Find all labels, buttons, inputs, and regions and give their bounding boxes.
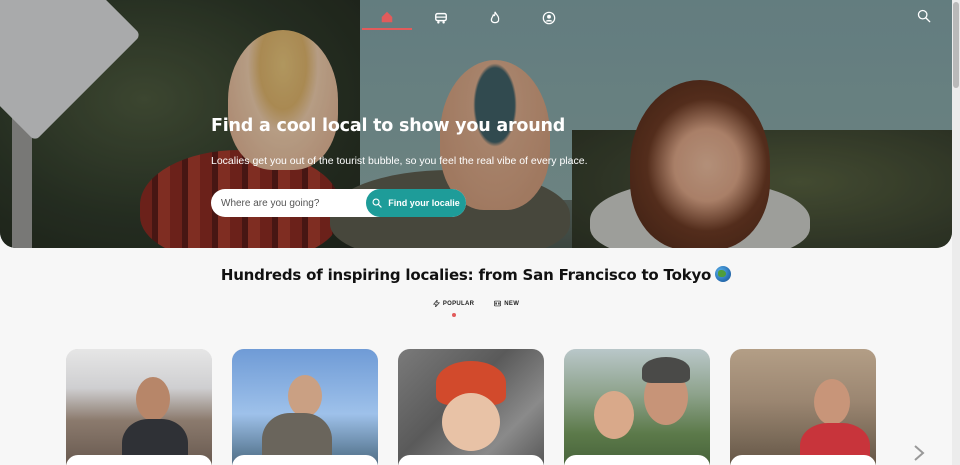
card-face-1 xyxy=(594,391,634,439)
card-caption xyxy=(730,455,876,465)
nav-transport[interactable] xyxy=(416,6,466,30)
section-title: Hundreds of inspiring localies: from San… xyxy=(0,266,952,284)
carousel-next-button[interactable] xyxy=(908,440,930,465)
hero-title: Find a cool local to show you around xyxy=(211,116,566,136)
find-localie-button[interactable]: Find your localie xyxy=(366,189,466,217)
user-icon xyxy=(542,11,556,25)
page-scrollbar[interactable] xyxy=(952,0,960,465)
section-title-text: Hundreds of inspiring localies: from San… xyxy=(220,266,712,284)
bolt-icon xyxy=(432,300,440,307)
find-localie-label: Find your localie xyxy=(388,198,460,208)
top-nav xyxy=(0,0,952,32)
chevron-right-icon xyxy=(914,445,925,461)
card-face xyxy=(136,377,170,421)
nav-profile[interactable] xyxy=(524,6,574,30)
home-icon xyxy=(381,11,393,23)
nav-trending[interactable] xyxy=(470,6,520,30)
card-caption xyxy=(398,455,544,465)
scrollbar-thumb[interactable] xyxy=(953,2,959,88)
car-icon xyxy=(435,12,447,24)
tab-new[interactable]: NEW xyxy=(494,300,519,307)
tab-new-label: NEW xyxy=(504,300,520,307)
tab-popular[interactable]: POPULAR xyxy=(432,300,475,317)
tab-popular-label: POPULAR xyxy=(442,300,475,307)
localie-card-3[interactable] xyxy=(398,349,544,465)
new-icon xyxy=(494,300,502,307)
fire-icon xyxy=(490,11,500,24)
hero-banner: Find a cool local to show you around Loc… xyxy=(0,0,952,248)
active-tab-indicator xyxy=(451,313,456,317)
localie-card-4[interactable] xyxy=(564,349,710,465)
search-icon xyxy=(372,198,382,208)
nav-home[interactable] xyxy=(362,6,412,30)
card-caption xyxy=(232,455,378,465)
card-cap xyxy=(642,357,690,383)
localie-card-1[interactable] xyxy=(66,349,212,465)
localie-card-2[interactable] xyxy=(232,349,378,465)
hero-subtitle: Localies get you out of the tourist bubb… xyxy=(211,155,588,167)
globe-icon xyxy=(715,266,732,282)
card-caption xyxy=(66,455,212,465)
localie-cards xyxy=(66,349,896,465)
card-face xyxy=(288,375,322,417)
card-face xyxy=(442,393,500,451)
card-face xyxy=(814,379,850,425)
header-search-button[interactable] xyxy=(914,6,934,26)
destination-input[interactable] xyxy=(211,197,361,209)
localie-card-5[interactable] xyxy=(730,349,876,465)
search-icon xyxy=(917,9,931,23)
card-caption xyxy=(564,455,710,465)
page: Find a cool local to show you around Loc… xyxy=(0,0,960,465)
destination-search: Find your localie xyxy=(211,189,466,217)
filter-tabs: POPULAR NEW xyxy=(0,300,952,317)
